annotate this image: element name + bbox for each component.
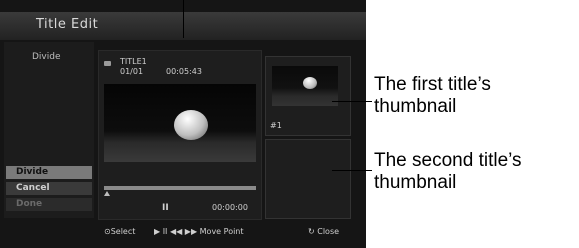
chapter-counter: 01/01 <box>120 67 144 76</box>
callout-line-second <box>332 170 372 171</box>
callout-line: thumbnail <box>374 96 457 117</box>
play-time: 00:00:00 <box>212 203 248 212</box>
second-title-thumbnail[interactable] <box>265 139 351 219</box>
mode-label: Divide <box>32 52 61 62</box>
disc-icon <box>104 61 111 66</box>
second-thumbnail-callout: The second title’s thumbnail <box>374 150 522 194</box>
callout-line: The second title’s <box>374 150 522 171</box>
progress-bar[interactable] <box>104 186 256 190</box>
egg-thumbnail-image <box>303 77 317 89</box>
first-thumbnail-callout: The first title’s thumbnail <box>374 74 491 118</box>
callout-line: thumbnail <box>374 172 457 193</box>
time-code: 00:05:43 <box>166 67 202 76</box>
move-point-hint: ▶ II ◀◀ ▶▶ Move Point <box>154 227 244 236</box>
done-button[interactable]: Done <box>6 198 92 211</box>
title-name: TITLE1 <box>120 57 147 66</box>
screen-title: Title Edit <box>36 17 99 32</box>
divide-button[interactable]: Divide <box>6 166 92 179</box>
pointer-line <box>183 0 184 38</box>
egg-image <box>174 110 208 140</box>
cancel-button[interactable]: Cancel <box>6 182 92 195</box>
pause-icon: II <box>162 203 169 213</box>
callout-line-first <box>332 101 372 102</box>
callout-line: The first title’s <box>374 74 491 95</box>
select-hint: ⊙Select <box>104 227 136 236</box>
thumbnail-label: #1 <box>270 121 282 130</box>
video-preview <box>104 84 256 162</box>
marker-triangle-icon <box>104 191 110 196</box>
footer-help: ⊙Select ▶ II ◀◀ ▶▶ Move Point ↻ Close <box>100 227 360 241</box>
close-hint: ↻ Close <box>308 227 340 236</box>
